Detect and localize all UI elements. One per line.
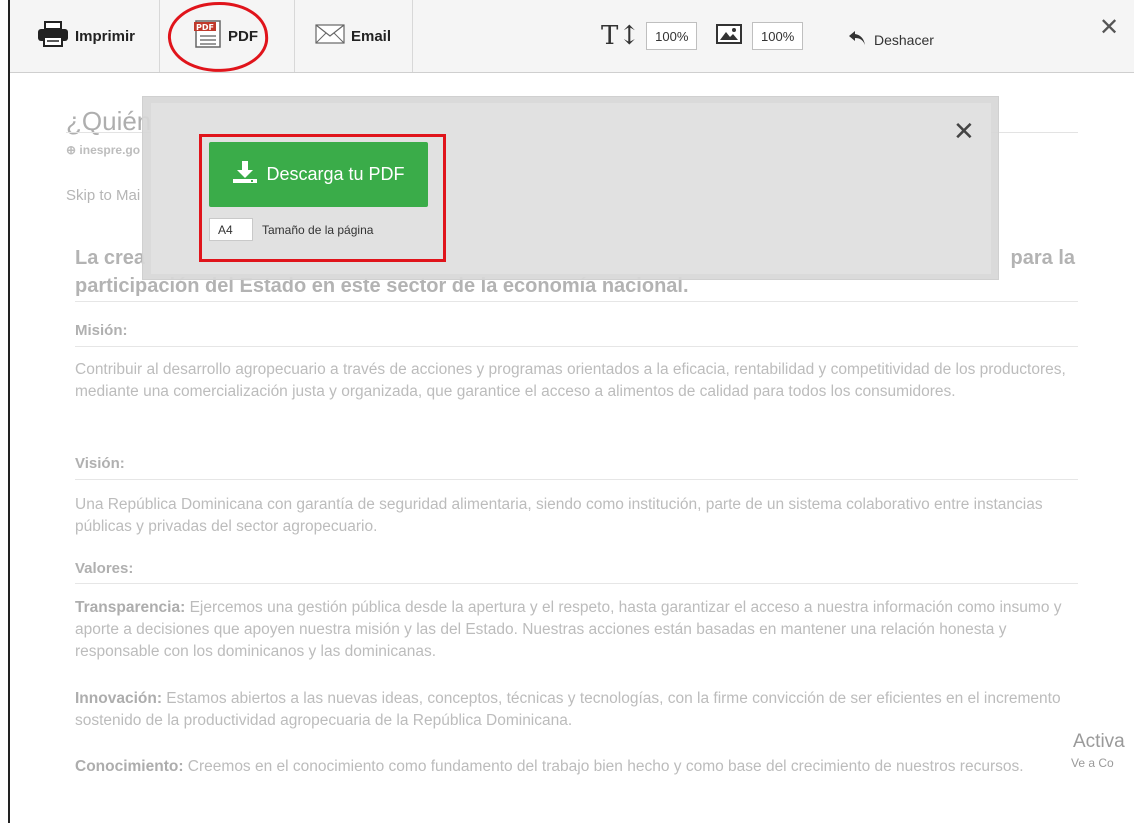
- activation-watermark-line2: Ve a Co: [1071, 756, 1114, 770]
- text-size-control: T↕ 100%: [601, 21, 698, 51]
- undo-label: Deshacer: [874, 31, 934, 48]
- annotation-rectangle: [199, 134, 446, 262]
- headline-right: para la: [1010, 247, 1075, 269]
- mision-text: Contribuir al desarrollo agropecuario a …: [75, 361, 1066, 400]
- value-name: Conocimiento:: [75, 758, 184, 775]
- skip-to-main-link[interactable]: Skip to Mai: [66, 187, 140, 204]
- source-link[interactable]: ⊕ inespre.go: [66, 143, 140, 157]
- envelope-icon: [315, 24, 345, 48]
- image-size-control: 100%: [716, 22, 804, 50]
- source-text: inespre.go: [79, 143, 141, 157]
- mision-divider: [75, 346, 1078, 347]
- undo-button[interactable]: Deshacer: [848, 30, 934, 49]
- text-size-icon: T↕: [601, 21, 641, 51]
- email-button[interactable]: Email: [295, 0, 413, 72]
- close-toolbar-icon[interactable]: ✕: [1099, 16, 1119, 40]
- value-text: Estamos abiertos a las nuevas ideas, con…: [75, 690, 1061, 729]
- value-text: Creemos en el conocimiento como fundamen…: [183, 758, 1024, 775]
- mision-title: Misión:: [75, 322, 128, 339]
- close-dialog-icon[interactable]: ✕: [953, 118, 975, 144]
- print-button[interactable]: Imprimir: [10, 0, 160, 72]
- email-label: Email: [351, 27, 392, 45]
- headline-divider: [75, 301, 1078, 302]
- value-name: Transparencia:: [75, 599, 186, 616]
- image-size-input[interactable]: 100%: [752, 22, 804, 50]
- vision-divider: [75, 479, 1078, 480]
- text-size-input[interactable]: 100%: [646, 22, 698, 50]
- vision-title: Visión:: [75, 455, 125, 472]
- globe-icon: ⊕: [66, 143, 77, 157]
- printer-icon: [37, 21, 69, 51]
- valores-title: Valores:: [75, 560, 134, 577]
- image-icon: [716, 23, 742, 49]
- print-label: Imprimir: [75, 27, 136, 45]
- undo-icon: [848, 30, 866, 49]
- value-conocimiento: Conocimiento: Creemos en el conocimiento…: [75, 756, 1070, 778]
- activation-watermark-line1: Activa: [1073, 731, 1125, 752]
- value-transparencia: Transparencia: Ejercemos una gestión púb…: [75, 597, 1080, 663]
- headline-left: La crea: [75, 247, 146, 269]
- value-name: Innovación:: [75, 690, 162, 707]
- vision-text: Una República Dominicana con garantía de…: [75, 496, 1043, 535]
- value-text: Ejercemos una gestión pública desde la a…: [75, 599, 1062, 660]
- valores-divider: [75, 583, 1078, 584]
- value-innovacion: Innovación: Estamos abiertos a las nueva…: [75, 688, 1080, 732]
